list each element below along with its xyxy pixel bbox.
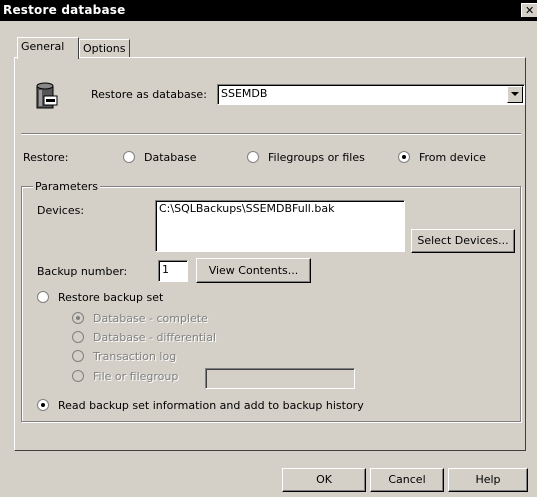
view-contents-button[interactable]: View Contents... [196,258,311,283]
transaction-log-label[interactable]: Transaction log [93,350,176,363]
tab-options[interactable]: Options [79,39,130,59]
restore-database-dialog: Restore database ✕ General Options Resto… [0,0,537,497]
close-icon[interactable]: ✕ [521,3,537,17]
devices-label: Devices: [37,204,85,217]
separator [21,133,521,135]
restore-from-device-label[interactable]: From device [419,151,486,164]
cancel-button[interactable]: Cancel [370,468,444,492]
restore-label: Restore: [23,151,69,164]
help-button[interactable]: Help [448,468,528,492]
parameters-group-label: Parameters [33,180,100,193]
select-devices-button[interactable]: Select Devices... [411,229,515,253]
file-or-filegroup-radio[interactable] [72,370,84,382]
database-differential-radio[interactable] [72,331,84,343]
backup-number-label: Backup number: [37,265,128,278]
general-tab-panel: Restore as database: SSEMDB Restore: Dat… [14,57,526,451]
database-restore-icon [35,81,59,111]
restore-from-device-radio[interactable] [398,151,410,163]
database-complete-radio[interactable] [72,312,84,324]
tab-general-label: General [21,40,65,53]
chevron-down-icon[interactable] [507,86,523,103]
database-complete-label[interactable]: Database - complete [93,312,208,325]
ok-button[interactable]: OK [282,468,366,492]
restore-filegroups-radio[interactable] [247,151,259,163]
restore-database-radio[interactable] [123,151,135,163]
backup-number-input[interactable]: 1 [158,260,188,282]
read-backup-info-label[interactable]: Read backup set information and add to b… [58,399,364,412]
transaction-log-radio[interactable] [72,350,84,362]
restore-as-database-combo[interactable]: SSEMDB [217,84,525,105]
read-backup-info-radio[interactable] [37,399,49,411]
device-list-item[interactable]: C:\SQLBackups\SSEMDBFull.bak [159,202,401,215]
file-or-filegroup-input[interactable] [205,368,355,389]
database-differential-label[interactable]: Database - differential [93,331,216,344]
restore-as-label: Restore as database: [91,88,207,101]
file-or-filegroup-label[interactable]: File or filegroup [93,370,178,383]
backup-number-value: 1 [162,263,169,276]
window-title: Restore database [3,3,126,17]
title-bar: Restore database ✕ [0,0,537,21]
tab-general[interactable]: General [17,37,79,59]
restore-database-label[interactable]: Database [144,151,197,164]
devices-listbox[interactable]: C:\SQLBackups\SSEMDBFull.bak [155,200,405,252]
restore-backup-set-radio[interactable] [37,291,49,303]
restore-filegroups-label[interactable]: Filegroups or files [268,151,365,164]
restore-as-database-value: SSEMDB [221,87,268,100]
tab-options-label: Options [83,42,126,55]
restore-backup-set-label[interactable]: Restore backup set [58,291,163,304]
